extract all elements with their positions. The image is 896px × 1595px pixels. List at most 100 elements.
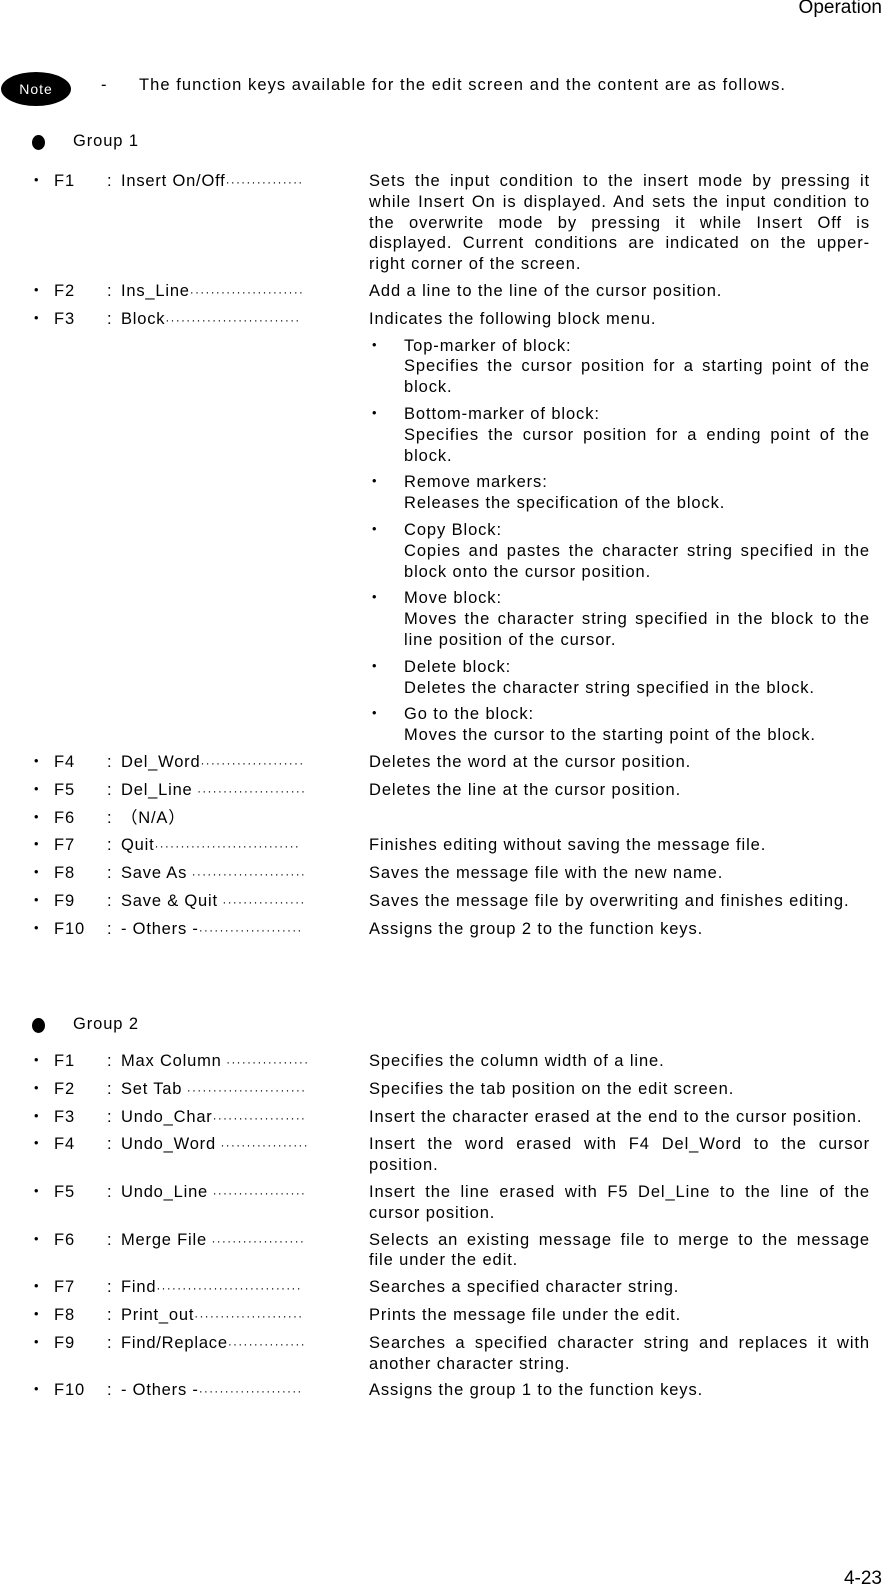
description-text: Finishes editing without saving the mess… <box>369 836 767 855</box>
dot-leader: ···························· <box>156 1281 302 1296</box>
list-bullet-icon <box>0 752 37 774</box>
description-text: Specifies the tab position on the edit s… <box>369 1079 735 1098</box>
function-key-name-text: Save As <box>121 864 188 883</box>
function-key-description: Searches a specified character string an… <box>369 1333 870 1375</box>
function-key-name: Find/Replace··············· <box>121 1333 369 1375</box>
separator-colon: : <box>107 281 113 300</box>
dot-leader: ·························· <box>165 312 301 327</box>
dot-leader: ·················· <box>212 1110 307 1125</box>
function-key-label: F8 <box>54 1305 76 1324</box>
function-key-description: Specifies the tab position on the edit s… <box>369 1079 870 1101</box>
separator-colon: : <box>107 309 113 328</box>
sub-bullet-icon <box>366 336 404 398</box>
note-dash: - <box>101 76 108 94</box>
separator-colon: : <box>107 752 113 771</box>
block-menu-item-body: Delete block: Deletes the character strin… <box>404 657 870 699</box>
list-bullet-icon <box>0 1333 37 1375</box>
dot-leader: ··············· <box>225 175 304 189</box>
function-key-label: F6 <box>54 808 76 827</box>
block-menu-item-title: Move block: <box>404 589 502 608</box>
block-menu-item: Remove markers: Releases the specificatio… <box>366 472 870 514</box>
function-key-row: F4:Undo_Word ·················Insert the… <box>0 1134 896 1176</box>
separator-colon: : <box>107 1182 113 1201</box>
function-key-description: Deletes the word at the cursor position. <box>369 752 870 774</box>
function-key-name: - Others -···················· <box>121 1380 369 1402</box>
function-key-label: F2 <box>54 281 76 300</box>
function-key-description: Add a line to the line of the cursor pos… <box>369 281 870 303</box>
function-key-row: F10:- Others -····················Assign… <box>0 919 896 941</box>
function-key-row: F4:Del_Word····················Deletes t… <box>0 752 896 774</box>
function-key-label: F7 <box>54 836 76 855</box>
function-key-row: F2: Ins_Line······················Add a l… <box>0 281 896 303</box>
dot-leader: ···························· <box>154 839 300 854</box>
list-bullet-icon <box>0 891 37 913</box>
list-bullet-icon <box>0 1051 37 1073</box>
function-key-description: Assigns the group 2 to the function keys… <box>369 919 870 941</box>
function-key-row: F9:Save & Quit ················Saves the… <box>0 891 896 913</box>
function-key-label: F1 <box>54 172 76 190</box>
function-key-name-text: Undo_Line <box>121 1182 209 1201</box>
function-key-row: F6: （N/A） <box>0 808 896 830</box>
dot-leader: ················· <box>215 1138 309 1153</box>
function-key-name-text: Del_Line <box>121 780 193 799</box>
function-key-description: Insert the line erased with F5 Del_Line … <box>369 1182 870 1224</box>
separator-colon: : <box>107 1381 113 1400</box>
separator-colon: : <box>107 172 113 190</box>
list-bullet-icon <box>0 808 37 830</box>
block-menu-item-title: Top-marker of block: <box>404 336 572 355</box>
bullet-icon <box>32 1018 45 1033</box>
function-key-name-text: Quit <box>121 836 155 855</box>
function-key-label: F3 <box>54 1107 76 1126</box>
separator-colon: : <box>107 1333 113 1352</box>
dot-leader: ······················· <box>182 1082 307 1097</box>
sub-bullet-icon <box>366 520 404 582</box>
function-key-name-text: Ins_Line <box>121 281 190 300</box>
function-key-label: F3 <box>54 309 76 328</box>
function-key-row: F9:Find/Replace···············Searches a… <box>0 1333 896 1375</box>
description-text: Assigns the group 2 to the function keys… <box>369 919 704 938</box>
function-key-row: F5:Del_Line ·····················Deletes… <box>0 780 896 802</box>
function-key-description: Sets the input condition to the insert m… <box>369 171 870 275</box>
block-menu-item-body: Top-marker of block: Specifies the cursor… <box>404 336 870 398</box>
sub-bullet-icon <box>366 657 404 699</box>
block-menu-item-body: Go to the block: Moves the cursor to the … <box>404 704 870 746</box>
list-bullet-icon <box>0 1107 37 1129</box>
description-text: Selects an existing message file to merg… <box>369 1230 870 1270</box>
function-key-name-text: Save & Quit <box>121 891 218 910</box>
function-key-name: Find···························· <box>121 1277 369 1299</box>
block-menu-item-text: Deletes the character string specified i… <box>404 678 815 697</box>
function-key-label: F6 <box>54 1230 76 1249</box>
function-key-description: Selects an existing message file to merg… <box>369 1230 870 1272</box>
list-bullet-icon <box>0 1230 37 1272</box>
function-key-description: Finishes editing without saving the mess… <box>369 835 870 857</box>
list-bullet-icon <box>0 281 37 303</box>
list-bullet-icon <box>0 171 37 275</box>
description-text: Prints the message file under the edit. <box>369 1305 682 1324</box>
function-key-name: Ins_Line······················ <box>121 281 369 303</box>
dot-leader: ··············· <box>227 1336 306 1351</box>
block-menu-item-body: Remove markers: Releases the specificatio… <box>404 472 870 514</box>
function-key-row: F7:Find····························Searc… <box>0 1277 896 1299</box>
dot-leader: ····················· <box>192 783 307 798</box>
description-text: Sets the input condition to the insert m… <box>369 172 870 274</box>
dot-leader: ·················· <box>208 1185 307 1200</box>
separator-colon: : <box>107 864 113 883</box>
description-text: Assigns the group 1 to the function keys… <box>369 1381 704 1400</box>
function-key-description: Deletes the line at the cursor position. <box>369 780 870 802</box>
block-menu-item: Go to the block: Moves the cursor to the … <box>366 704 870 746</box>
list-bullet-icon <box>0 835 37 857</box>
function-key-name: Save & Quit ················ <box>121 891 369 913</box>
function-key-row: F2:Set Tab ·······················Specif… <box>0 1079 896 1101</box>
description-text: Deletes the line at the cursor position. <box>369 780 682 799</box>
separator-colon: : <box>107 1305 113 1324</box>
block-menu-item: Bottom-marker of block: Specifies the cur… <box>366 404 870 466</box>
function-key-name-text: Merge File <box>121 1230 207 1249</box>
function-key-label: F9 <box>54 891 76 910</box>
function-key-description: Assigns the group 1 to the function keys… <box>369 1380 870 1402</box>
function-key-description: Specifies the column width of a line. <box>369 1051 870 1073</box>
block-menu-item-title: Delete block: <box>404 657 512 676</box>
separator-colon: : <box>107 1230 113 1249</box>
dot-leader: ···················· <box>198 922 303 937</box>
block-menu-item: Top-marker of block: Specifies the cursor… <box>366 336 870 398</box>
list-bullet-icon <box>0 309 37 746</box>
